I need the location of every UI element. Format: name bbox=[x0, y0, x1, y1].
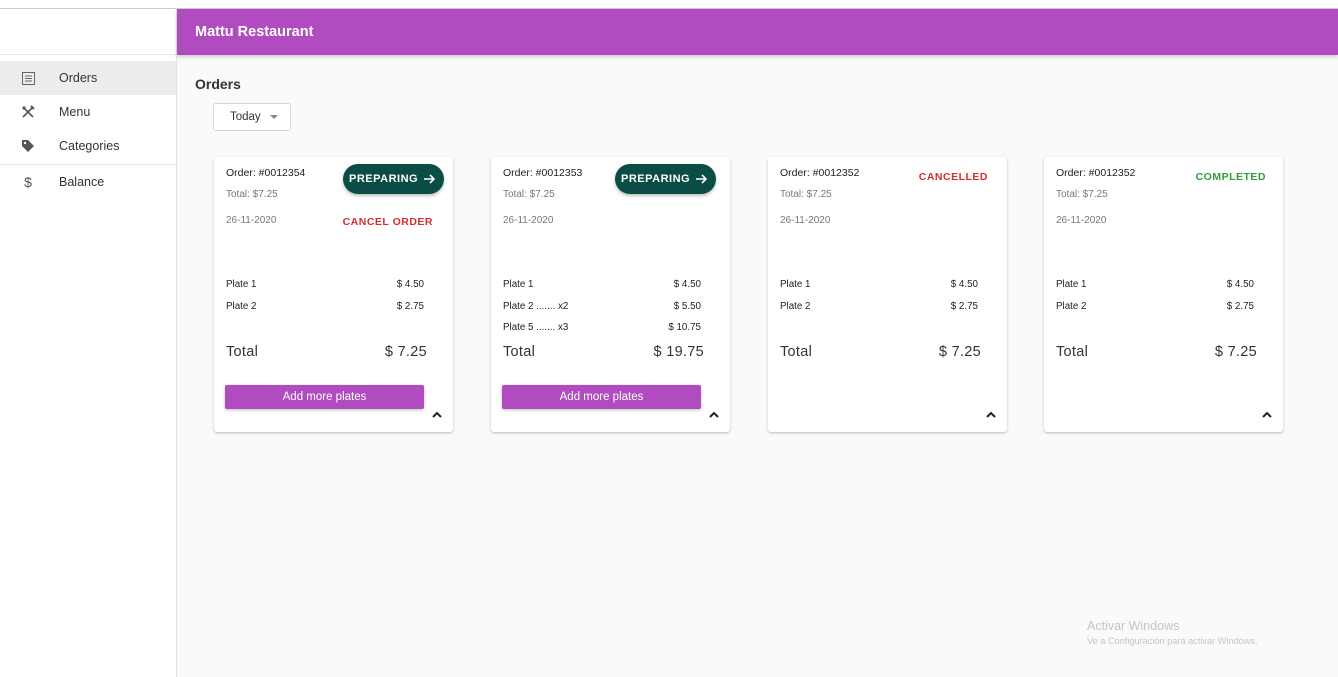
order-total-row: Total $ 7.25 bbox=[226, 344, 427, 360]
item-price: $ 4.50 bbox=[396, 279, 424, 290]
order-card: Order: #0012354 Total: $7.25 26-11-2020 … bbox=[214, 157, 453, 432]
sidebar-item-balance[interactable]: $ Balance bbox=[0, 165, 176, 199]
date-filter-select[interactable]: Today bbox=[213, 103, 291, 131]
item-name: Plate 1 bbox=[780, 279, 811, 290]
watermark-subtitle: Ve a Configuración para activar Windows. bbox=[1087, 636, 1258, 646]
app-bar: Mattu Restaurant bbox=[177, 9, 1338, 55]
status-badge: CANCELLED bbox=[918, 171, 988, 183]
item-name: Plate 2 bbox=[226, 301, 257, 312]
sidebar-item-label: Balance bbox=[59, 175, 105, 189]
status-label: PREPARING bbox=[621, 173, 691, 185]
item-price: $ 4.50 bbox=[673, 279, 701, 290]
order-date: 26-11-2020 bbox=[1056, 215, 1107, 226]
total-label: Total bbox=[226, 344, 259, 360]
order-total-row: Total $ 19.75 bbox=[503, 344, 704, 360]
order-card: Order: #0012353 Total: $7.25 26-11-2020 … bbox=[491, 157, 730, 432]
date-filter-value: Today bbox=[230, 111, 261, 123]
order-total-row: Total $ 7.25 bbox=[1056, 344, 1257, 360]
sidebar-item-categories[interactable]: Categories bbox=[0, 129, 176, 163]
sidebar-item-orders[interactable]: Orders bbox=[0, 61, 176, 95]
watermark-title: Activar Windows bbox=[1087, 619, 1180, 633]
order-total-summary: Total: $7.25 bbox=[1056, 189, 1108, 200]
list-item: Plate 1 $ 4.50 bbox=[503, 279, 701, 290]
status-label: PREPARING bbox=[349, 173, 419, 185]
list-item: Plate 2 ....... x2 $ 5.50 bbox=[503, 301, 701, 312]
cancel-order-button[interactable]: CANCEL ORDER bbox=[343, 216, 433, 228]
sidebar-item-label: Menu bbox=[59, 105, 91, 119]
total-value: $ 7.25 bbox=[1214, 344, 1257, 360]
list-item: Plate 2 $ 2.75 bbox=[1056, 301, 1254, 312]
add-more-plates-button[interactable]: Add more plates bbox=[502, 385, 701, 409]
sidebar-item-label: Categories bbox=[59, 139, 120, 153]
order-total-row: Total $ 7.25 bbox=[780, 344, 981, 360]
list-item: Plate 1 $ 4.50 bbox=[226, 279, 424, 290]
total-value: $ 7.25 bbox=[938, 344, 981, 360]
caret-down-icon bbox=[270, 115, 278, 119]
arrow-right-icon bbox=[424, 174, 436, 184]
item-price: $ 2.75 bbox=[396, 301, 424, 312]
tag-icon bbox=[20, 138, 36, 154]
dollar-icon: $ bbox=[24, 174, 32, 190]
list-icon bbox=[20, 70, 36, 86]
add-more-plates-button[interactable]: Add more plates bbox=[225, 385, 424, 409]
sidebar: Orders Menu Categories $ Balance bbox=[0, 9, 177, 677]
chevron-up-icon[interactable] bbox=[1261, 410, 1273, 420]
order-number: Order: #0012352 bbox=[1056, 167, 1136, 179]
item-name: Plate 1 bbox=[503, 279, 534, 290]
total-label: Total bbox=[503, 344, 536, 360]
status-badge: COMPLETED bbox=[1195, 171, 1266, 183]
order-date: 26-11-2020 bbox=[226, 215, 277, 226]
list-item: Plate 2 $ 2.75 bbox=[780, 301, 978, 312]
order-total-summary: Total: $7.25 bbox=[780, 189, 832, 200]
order-card: Order: #0012352 Total: $7.25 26-11-2020 … bbox=[768, 157, 1007, 432]
sidebar-header bbox=[0, 9, 176, 55]
order-card: Order: #0012352 Total: $7.25 26-11-2020 … bbox=[1044, 157, 1283, 432]
total-value: $ 7.25 bbox=[384, 344, 427, 360]
total-value: $ 19.75 bbox=[653, 344, 704, 360]
app-title: Mattu Restaurant bbox=[195, 24, 314, 40]
sidebar-item-menu[interactable]: Menu bbox=[0, 95, 176, 129]
sidebar-item-label: Orders bbox=[59, 71, 98, 85]
window-top-edge bbox=[0, 0, 1338, 9]
preparing-status-button[interactable]: PREPARING bbox=[343, 164, 444, 194]
page-title: Orders bbox=[195, 76, 241, 92]
order-date: 26-11-2020 bbox=[780, 215, 831, 226]
order-total-summary: Total: $7.25 bbox=[226, 189, 278, 200]
item-price: $ 4.50 bbox=[1226, 279, 1254, 290]
list-item: Plate 1 $ 4.50 bbox=[1056, 279, 1254, 290]
order-number: Order: #0012354 bbox=[226, 167, 306, 179]
total-label: Total bbox=[780, 344, 813, 360]
chevron-up-icon[interactable] bbox=[985, 410, 997, 420]
chevron-up-icon[interactable] bbox=[431, 410, 443, 420]
arrow-right-icon bbox=[696, 174, 708, 184]
item-name: Plate 5 ....... x3 bbox=[503, 322, 569, 333]
item-price: $ 2.75 bbox=[1226, 301, 1254, 312]
chevron-up-icon[interactable] bbox=[708, 410, 720, 420]
item-price: $ 10.75 bbox=[668, 322, 701, 333]
item-price: $ 5.50 bbox=[673, 301, 701, 312]
utensils-icon bbox=[20, 104, 36, 120]
order-number: Order: #0012353 bbox=[503, 167, 583, 179]
item-name: Plate 2 bbox=[780, 301, 811, 312]
order-total-summary: Total: $7.25 bbox=[503, 189, 555, 200]
order-number: Order: #0012352 bbox=[780, 167, 860, 179]
item-name: Plate 1 bbox=[226, 279, 257, 290]
item-price: $ 2.75 bbox=[950, 301, 978, 312]
item-name: Plate 2 bbox=[1056, 301, 1087, 312]
item-name: Plate 2 ....... x2 bbox=[503, 301, 569, 312]
order-date: 26-11-2020 bbox=[503, 215, 554, 226]
list-item: Plate 5 ....... x3 $ 10.75 bbox=[503, 322, 701, 333]
list-item: Plate 1 $ 4.50 bbox=[780, 279, 978, 290]
list-item: Plate 2 $ 2.75 bbox=[226, 301, 424, 312]
item-price: $ 4.50 bbox=[950, 279, 978, 290]
total-label: Total bbox=[1056, 344, 1089, 360]
preparing-status-button[interactable]: PREPARING bbox=[615, 164, 716, 194]
windows-activation-watermark: Activar Windows Ve a Configuración para … bbox=[1087, 619, 1258, 646]
item-name: Plate 1 bbox=[1056, 279, 1087, 290]
